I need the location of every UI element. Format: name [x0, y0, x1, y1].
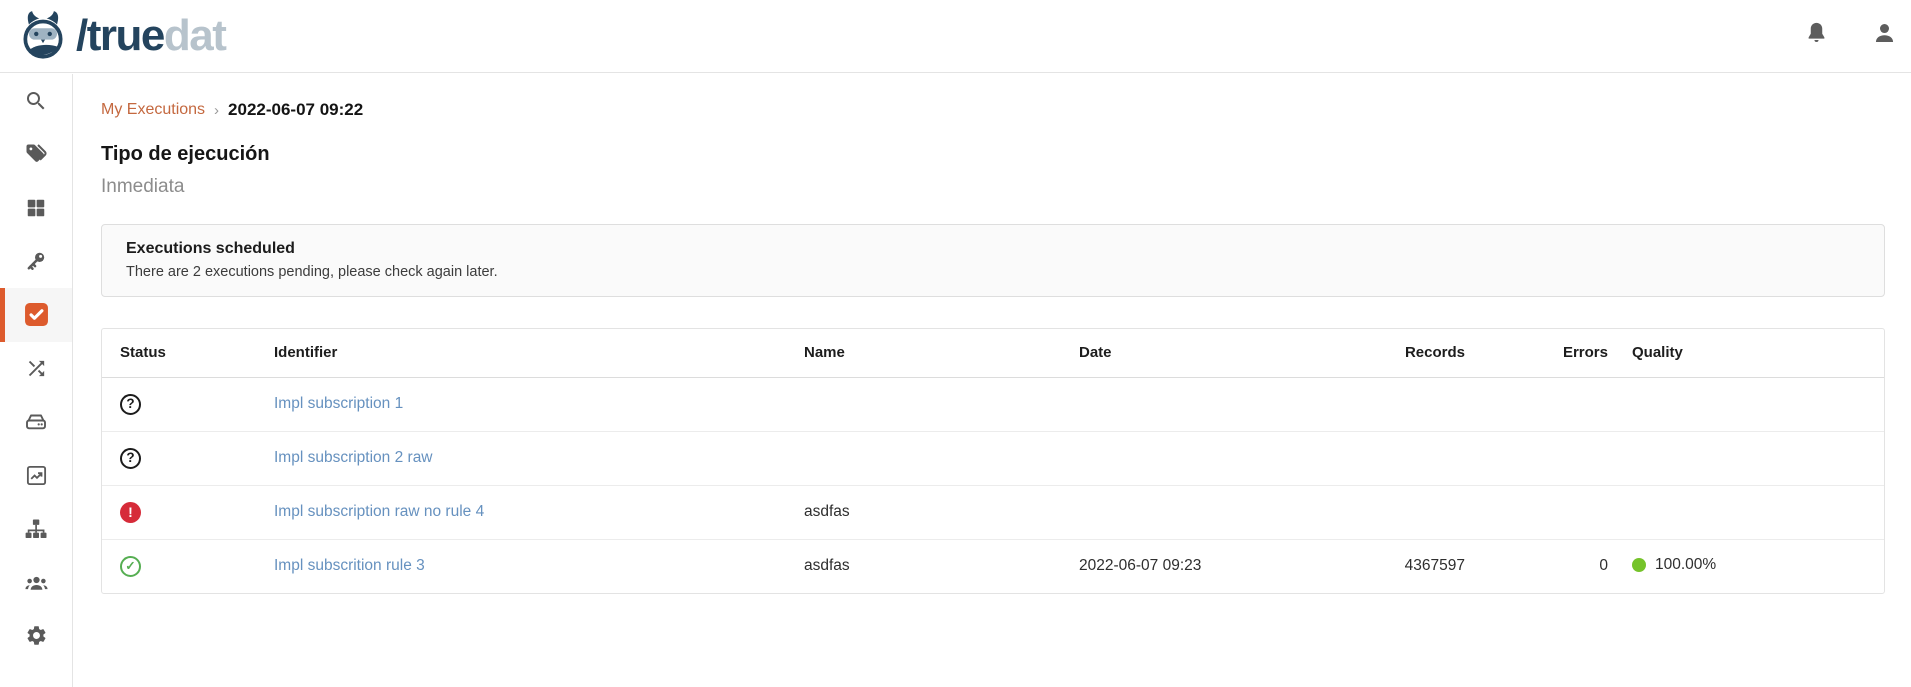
status-success-icon: ✓: [120, 556, 141, 577]
sidebar-item-shuffle[interactable]: [0, 342, 72, 396]
identifier-link[interactable]: Impl subscription 2 raw: [274, 449, 433, 466]
status-pending-icon: ?: [120, 394, 141, 415]
identifier-link[interactable]: Impl subscription 1: [274, 395, 403, 412]
quality-dot-icon: [1632, 558, 1646, 572]
alert-title: Executions scheduled: [126, 240, 1860, 258]
table-header-row: Status Identifier Name Date Records Erro…: [102, 329, 1884, 377]
search-icon: [24, 89, 48, 113]
quality-cell: 100.00%: [1620, 539, 1884, 593]
quality-indicator: 100.00%: [1632, 556, 1716, 574]
check-square-icon: [24, 302, 49, 327]
gear-icon: [25, 624, 48, 647]
truedat-wordmark: /truedat: [76, 14, 225, 58]
tags-icon: [24, 142, 48, 166]
errors-cell: 0: [1477, 539, 1620, 593]
truedat-logo[interactable]: /truedat: [16, 9, 225, 63]
column-header-status: Status: [102, 329, 262, 377]
status-pending-icon: ?: [120, 448, 141, 469]
date-cell: [1067, 377, 1247, 431]
sidebar-item-dashboards[interactable]: [0, 449, 72, 503]
table-row: ! Impl subscription raw no rule 4 asdfas: [102, 485, 1884, 539]
notifications-bell-icon[interactable]: [1803, 20, 1830, 47]
column-header-date: Date: [1067, 329, 1247, 377]
column-header-records: Records: [1247, 329, 1477, 377]
sidebar-item-tags[interactable]: [0, 128, 72, 182]
column-header-name: Name: [792, 329, 1067, 377]
status-cell: ✓: [102, 539, 262, 593]
breadcrumb-current: 2022-06-07 09:22: [228, 100, 363, 120]
date-cell: 2022-06-07 09:23: [1067, 539, 1247, 593]
chart-line-icon: [25, 464, 48, 487]
truedat-owl-icon: [16, 9, 70, 63]
alert-message: There are 2 executions pending, please c…: [126, 264, 1860, 280]
errors-cell: [1477, 431, 1620, 485]
page-title: Tipo de ejecución: [101, 143, 1911, 166]
sidebar-item-sources[interactable]: [0, 395, 72, 449]
date-cell: [1067, 431, 1247, 485]
status-error-icon: !: [120, 502, 141, 523]
quality-cell: [1620, 377, 1884, 431]
sidebar-item-key[interactable]: [0, 235, 72, 289]
table-row: ? Impl subscription 2 raw: [102, 431, 1884, 485]
breadcrumb: My Executions › 2022-06-07 09:22: [101, 100, 1911, 120]
identifier-cell: Impl subscription 2 raw: [262, 431, 792, 485]
executions-scheduled-alert: Executions scheduled There are 2 executi…: [101, 224, 1885, 297]
breadcrumb-link-my-executions[interactable]: My Executions: [101, 101, 205, 119]
identifier-cell: Impl subscription raw no rule 4: [262, 485, 792, 539]
records-cell: [1247, 377, 1477, 431]
sidebar-item-grid[interactable]: [0, 181, 72, 235]
top-header: /truedat: [0, 0, 1911, 73]
records-cell: 4367597: [1247, 539, 1477, 593]
quality-value: 100.00%: [1655, 556, 1716, 574]
date-cell: [1067, 485, 1247, 539]
table-row: ? Impl subscription 1: [102, 377, 1884, 431]
records-cell: [1247, 485, 1477, 539]
name-cell: asdfas: [792, 539, 1067, 593]
identifier-cell: Impl subscrition rule 3: [262, 539, 792, 593]
main-content: My Executions › 2022-06-07 09:22 Tipo de…: [74, 74, 1911, 687]
sidebar-nav: [0, 74, 73, 687]
identifier-link[interactable]: Impl subscrition rule 3: [274, 557, 425, 574]
column-header-errors: Errors: [1477, 329, 1620, 377]
page-subtitle: Inmediata: [101, 176, 1911, 198]
breadcrumb-separator-icon: ›: [214, 101, 219, 119]
key-icon: [24, 249, 48, 273]
sidebar-item-quality-executions[interactable]: [0, 288, 72, 342]
identifier-cell: Impl subscription 1: [262, 377, 792, 431]
name-cell: [792, 377, 1067, 431]
status-cell: !: [102, 485, 262, 539]
sidebar-item-settings[interactable]: [0, 609, 72, 663]
sidebar-item-lineage[interactable]: [0, 502, 72, 556]
status-cell: ?: [102, 431, 262, 485]
user-profile-icon[interactable]: [1871, 20, 1898, 47]
grid-icon: [25, 197, 47, 219]
name-cell: [792, 431, 1067, 485]
records-cell: [1247, 431, 1477, 485]
identifier-link[interactable]: Impl subscription raw no rule 4: [274, 503, 484, 520]
users-icon: [24, 570, 49, 595]
errors-cell: [1477, 485, 1620, 539]
shuffle-icon: [25, 357, 48, 380]
sitemap-icon: [24, 517, 48, 541]
executions-table-body: ? Impl subscription 1 ? Impl subscriptio…: [102, 377, 1884, 593]
column-header-quality: Quality: [1620, 329, 1884, 377]
name-cell: asdfas: [792, 485, 1067, 539]
sidebar-item-search[interactable]: [0, 74, 72, 128]
errors-cell: [1477, 377, 1620, 431]
quality-cell: [1620, 485, 1884, 539]
quality-cell: [1620, 431, 1884, 485]
column-header-identifier: Identifier: [262, 329, 792, 377]
status-cell: ?: [102, 377, 262, 431]
executions-table: Status Identifier Name Date Records Erro…: [101, 328, 1885, 594]
sidebar-item-users[interactable]: [0, 556, 72, 610]
table-row: ✓ Impl subscrition rule 3 asdfas 2022-06…: [102, 539, 1884, 593]
storage-drive-icon: [24, 410, 48, 434]
